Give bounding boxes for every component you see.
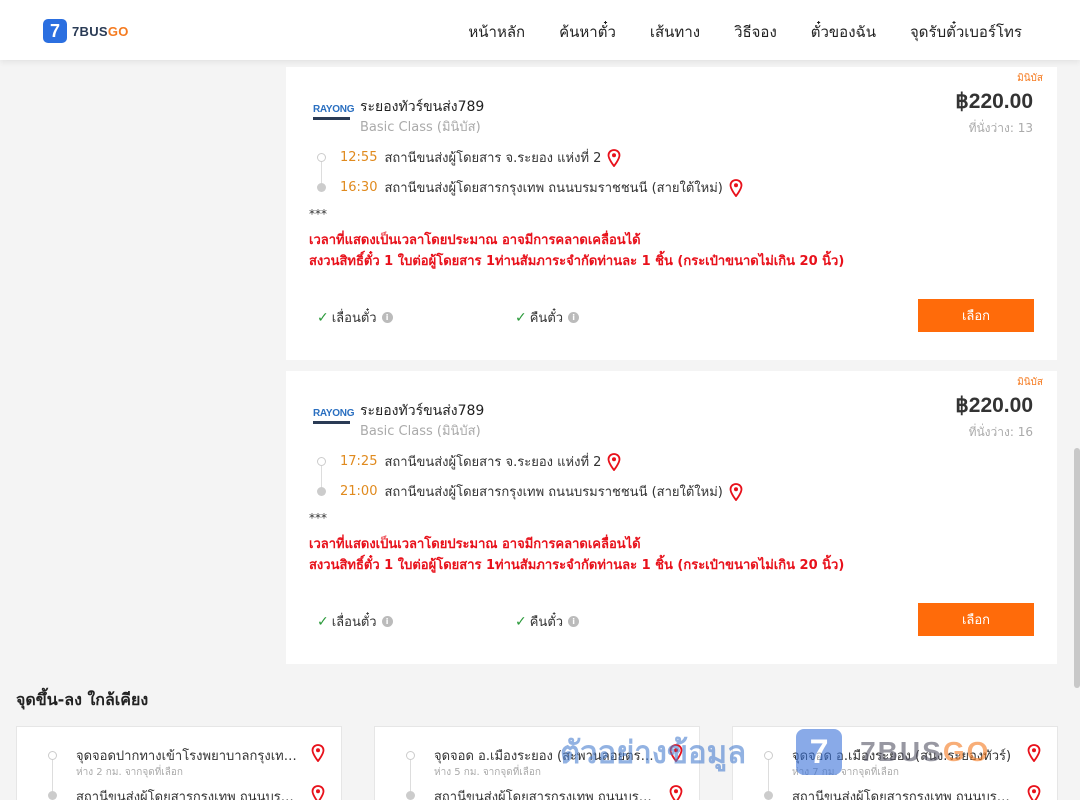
nearby-destination: สถานีขนส่งผู้โดยสารกรุงเทพ ถนนบรมราชชนนี	[792, 790, 1016, 800]
depart-station: สถานีขนส่งผู้โดยสาร จ.ระยอง แห่งที่ 2	[384, 455, 602, 470]
info-icon[interactable]: i	[381, 312, 393, 323]
feature-reschedule: ✓ เลื่อนตั๋ว i	[317, 307, 393, 328]
check-icon: ✓	[515, 613, 527, 630]
depart-dot	[317, 457, 326, 466]
nearby-stop-name: จุดจอดปากทางเข้าโรงพยาบาลกรุงเทพระยอง	[76, 749, 300, 764]
operator-name: ระยองทัวร์ขนส่ง789	[360, 99, 485, 115]
stop-dot	[48, 751, 57, 760]
nav-search-ticket[interactable]: ค้นหาตั๋ว	[559, 20, 616, 44]
arrive-dot	[317, 487, 326, 496]
bus-class: Basic Class (มินิบัส)	[360, 424, 481, 439]
logo-badge: 7	[43, 19, 67, 43]
bus-type-tag: มินิบัส	[1017, 377, 1043, 388]
stop-dot	[406, 751, 415, 760]
nav-home[interactable]: หน้าหลัก	[468, 20, 525, 44]
depart-stop: 12:55 สถานีขนส่งผู้โดยสาร จ.ระยอง แห่งที…	[340, 147, 621, 168]
nearby-destination: สถานีขนส่งผู้โดยสารกรุงเทพ ถนนบรมราชชนนี	[76, 790, 300, 800]
map-pin-icon[interactable]	[311, 744, 325, 762]
arrive-station: สถานีขนส่งผู้โดยสารกรุงเทพ ถนนบรมราชชนนี…	[384, 181, 723, 196]
map-pin-icon[interactable]	[607, 452, 621, 471]
feature-label: คืนตั๋ว	[529, 615, 564, 630]
operator-logo: RAYONG	[313, 408, 354, 424]
map-pin-icon[interactable]	[729, 482, 743, 501]
nav-my-tickets[interactable]: ตั๋วของฉัน	[811, 20, 876, 44]
arrive-time: 21:00	[340, 484, 378, 499]
nearby-card[interactable]: จุดจอด อ.เมืองระยอง (สนง.ระยองทัวร์) ห่า…	[732, 726, 1058, 800]
seats-available: ที่นั่งว่าง: 13	[968, 121, 1033, 135]
check-icon: ✓	[515, 309, 527, 326]
arrive-stop: 21:00 สถานีขนส่งผู้โดยสารกรุงเทพ ถนนบรมร…	[340, 481, 743, 502]
map-pin-icon[interactable]	[311, 785, 325, 800]
select-trip-button[interactable]: เลือก	[918, 603, 1034, 636]
depart-time: 17:25	[340, 454, 378, 469]
map-pin-icon[interactable]	[1027, 744, 1041, 762]
feature-label: เลื่อนตั๋ว	[331, 615, 377, 630]
nearby-distance: ห่าง 5 กม. จากจุดที่เลือก	[434, 767, 541, 778]
nearby-distance: ห่าง 7 กม. จากจุดที่เลือก	[792, 767, 899, 778]
check-icon: ✓	[317, 309, 329, 326]
info-icon[interactable]: i	[568, 616, 580, 627]
nearby-stop-name: จุดจอด อ.เมืองระยอง (สะพานลอยตรงข้ามตลาด…	[434, 749, 658, 764]
dest-dot	[406, 791, 415, 800]
feature-refund: ✓ คืนตั๋ว i	[515, 611, 580, 632]
brand-logo[interactable]: 7 7BUSGO	[43, 19, 129, 43]
depart-dot	[317, 153, 326, 162]
bus-type-tag: มินิบัส	[1017, 73, 1043, 84]
feature-label: คืนตั๋ว	[529, 311, 564, 326]
nearby-card[interactable]: จุดจอดปากทางเข้าโรงพยาบาลกรุงเทพระยอง ห่…	[16, 726, 342, 800]
nearby-section-title: จุดขึ้น-ลง ใกล้เคียง	[16, 690, 149, 709]
stop-dot	[764, 751, 773, 760]
nearby-distance: ห่าง 2 กม. จากจุดที่เลือก	[76, 767, 183, 778]
seats-available: ที่นั่งว่าง: 16	[968, 425, 1033, 439]
operator-logo: RAYONG	[313, 104, 354, 120]
page-scrollbar[interactable]	[1074, 448, 1080, 688]
arrive-station: สถานีขนส่งผู้โดยสารกรุงเทพ ถนนบรมราชชนนี…	[384, 485, 723, 500]
select-trip-button[interactable]: เลือก	[918, 299, 1034, 332]
map-pin-icon[interactable]	[1027, 785, 1041, 800]
warning-time: เวลาที่แสดงเป็นเวลาโดยประมาณ อาจมีการคลา…	[309, 537, 641, 552]
warning-luggage: สงวนสิทธิ์ตั๋ว 1 ใบต่อผู้โดยสาร 1ท่านสัม…	[309, 558, 845, 573]
depart-station: สถานีขนส่งผู้โดยสาร จ.ระยอง แห่งที่ 2	[384, 151, 602, 166]
nearby-stop-name: จุดจอด อ.เมืองระยอง (สนง.ระยองทัวร์)	[792, 749, 1012, 764]
nearby-card[interactable]: จุดจอด อ.เมืองระยอง (สะพานลอยตรงข้ามตลาด…	[374, 726, 700, 800]
info-icon[interactable]: i	[381, 616, 393, 627]
depart-stop: 17:25 สถานีขนส่งผู้โดยสาร จ.ระยอง แห่งที…	[340, 451, 621, 472]
depart-time: 12:55	[340, 150, 378, 165]
ticket-price: ฿220.00	[955, 90, 1033, 113]
nav-pickup-points[interactable]: จุดรับตั๋วเบอร์โทร	[910, 20, 1022, 44]
operator-name: ระยองทัวร์ขนส่ง789	[360, 403, 485, 419]
ticket-price: ฿220.00	[955, 394, 1033, 417]
trip-card: มินิบัส RAYONG ระยองทัวร์ขนส่ง789 Basic …	[286, 371, 1057, 664]
warning-time: เวลาที่แสดงเป็นเวลาโดยประมาณ อาจมีการคลา…	[309, 233, 641, 248]
logo-text: 7BUSGO	[72, 23, 129, 39]
note-stars: ***	[309, 511, 327, 525]
top-header: 7 7BUSGO หน้าหลัก ค้นหาตั๋ว เส้นทาง วิธี…	[0, 0, 1080, 60]
feature-refund: ✓ คืนตั๋ว i	[515, 307, 580, 328]
warning-luggage: สงวนสิทธิ์ตั๋ว 1 ใบต่อผู้โดยสาร 1ท่านสัม…	[309, 254, 845, 269]
arrive-time: 16:30	[340, 180, 378, 195]
feature-label: เลื่อนตั๋ว	[331, 311, 377, 326]
map-pin-icon[interactable]	[607, 148, 621, 167]
arrive-stop: 16:30 สถานีขนส่งผู้โดยสารกรุงเทพ ถนนบรมร…	[340, 177, 743, 198]
map-pin-icon[interactable]	[669, 744, 683, 762]
feature-reschedule: ✓ เลื่อนตั๋ว i	[317, 611, 393, 632]
dest-dot	[48, 791, 57, 800]
main-nav: หน้าหลัก ค้นหาตั๋ว เส้นทาง วิธีจอง ตั๋วข…	[468, 20, 1022, 44]
arrive-dot	[317, 183, 326, 192]
nav-routes[interactable]: เส้นทาง	[650, 20, 700, 44]
info-icon[interactable]: i	[568, 312, 580, 323]
note-stars: ***	[309, 207, 327, 221]
map-pin-icon[interactable]	[669, 785, 683, 800]
check-icon: ✓	[317, 613, 329, 630]
trip-card: มินิบัส RAYONG ระยองทัวร์ขนส่ง789 Basic …	[286, 67, 1057, 360]
nav-how-to-book[interactable]: วิธีจอง	[734, 20, 777, 44]
dest-dot	[764, 791, 773, 800]
bus-class: Basic Class (มินิบัส)	[360, 120, 481, 135]
map-pin-icon[interactable]	[729, 178, 743, 197]
nearby-destination: สถานีขนส่งผู้โดยสารกรุงเทพ ถนนบรมราชชนนี	[434, 790, 658, 800]
